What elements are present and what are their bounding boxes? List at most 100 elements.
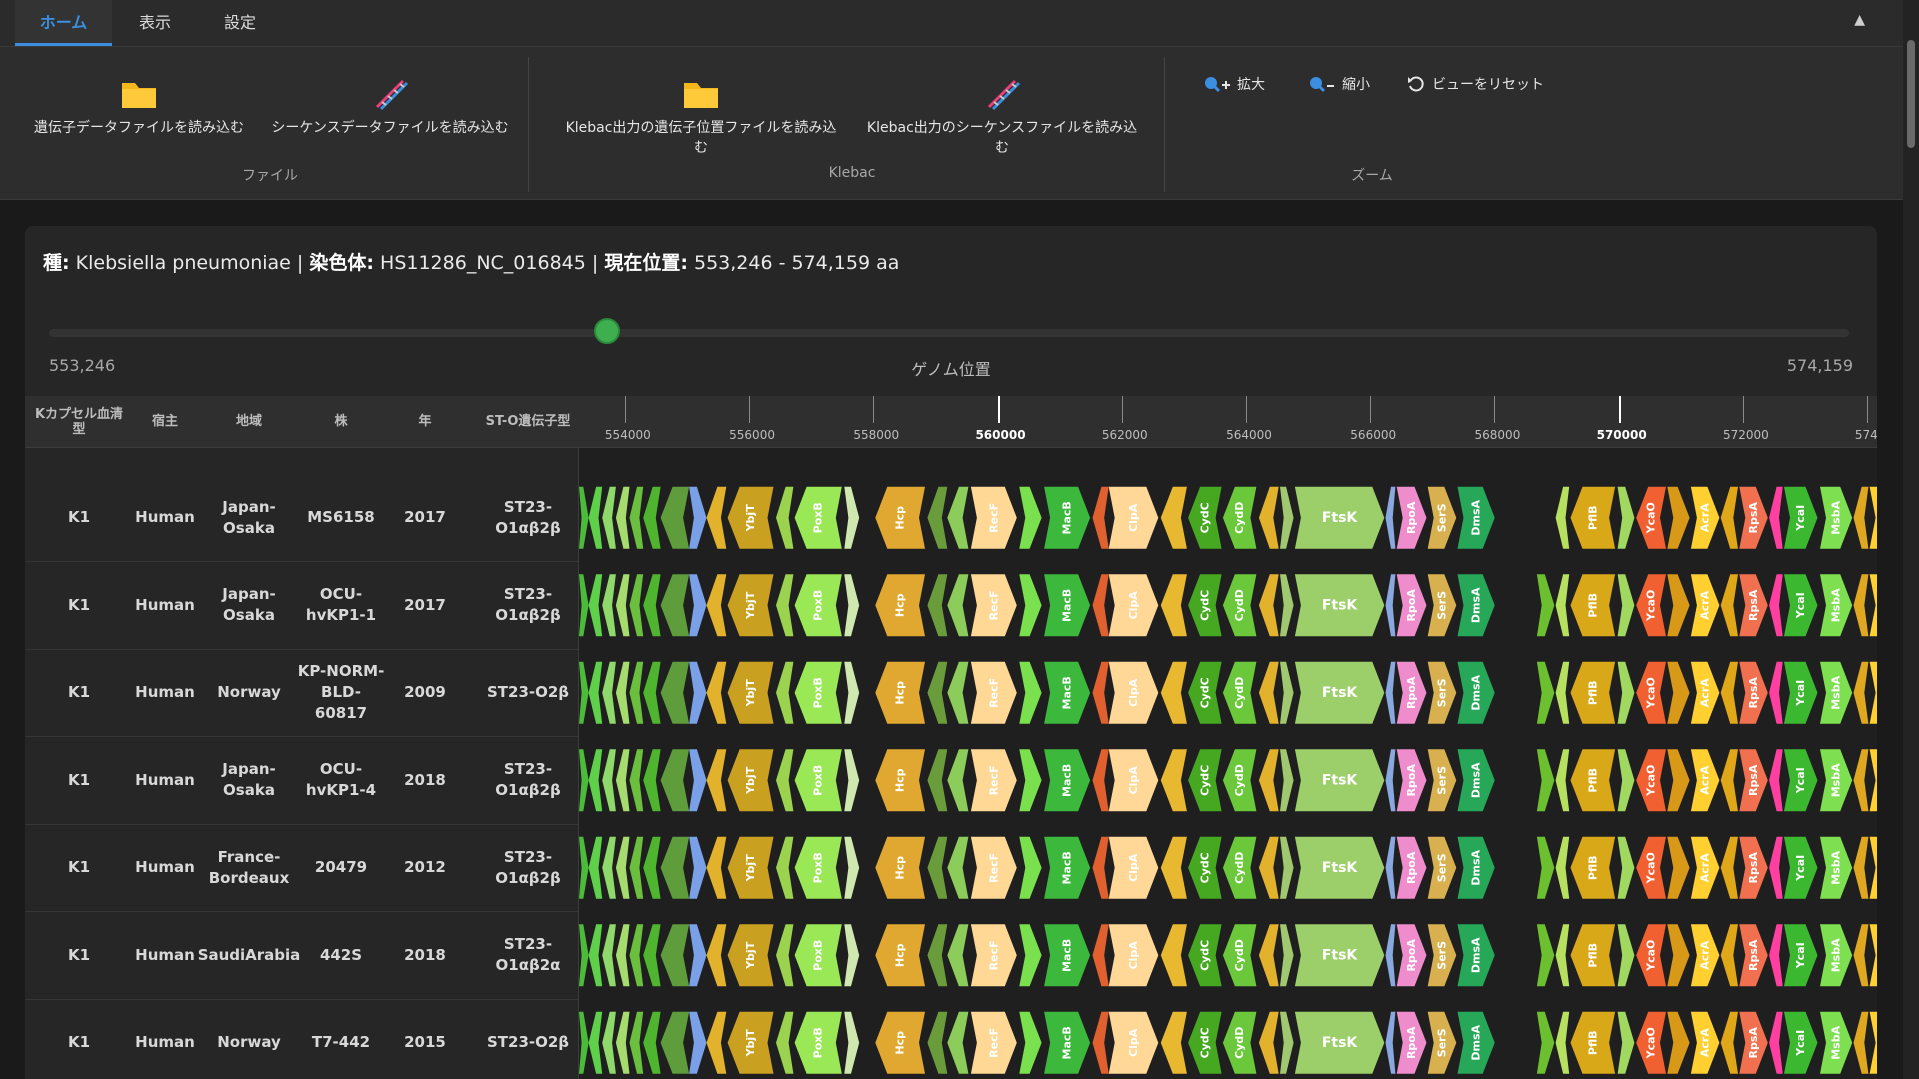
gene-arrow[interactable]	[1160, 836, 1187, 899]
load-klebac-gene-position-button[interactable]: Klebac出力の遺伝子位置ファイルを読み込む	[560, 77, 842, 157]
gene-arrow[interactable]	[1720, 661, 1738, 724]
tab-settings[interactable]: 設定	[205, 0, 275, 46]
gene-arrow[interactable]	[629, 749, 644, 812]
gene-arrow[interactable]	[947, 1011, 969, 1074]
gene-arrow[interactable]	[927, 749, 948, 812]
gene-arrow[interactable]	[615, 924, 630, 987]
gene-arrow[interactable]	[1667, 486, 1690, 549]
gene-arrow[interactable]	[1258, 661, 1279, 724]
gene-arrow[interactable]	[1853, 749, 1869, 812]
gene-arrow[interactable]	[776, 836, 794, 899]
gene-arrow[interactable]	[1667, 924, 1690, 987]
gene-arrow[interactable]	[1720, 486, 1738, 549]
scrollbar-thumb[interactable]	[1907, 40, 1915, 148]
gene-arrow[interactable]	[602, 836, 616, 899]
gene-arrow[interactable]	[844, 486, 860, 549]
gene-arrow[interactable]	[1280, 1011, 1294, 1074]
gene-arrow[interactable]	[579, 924, 589, 987]
gene-arrow[interactable]	[1385, 924, 1396, 987]
gene-arrow[interactable]	[1853, 661, 1869, 724]
gene-arrow[interactable]	[1019, 924, 1042, 987]
gene-arrow[interactable]	[776, 574, 794, 637]
gene-arrow[interactable]	[629, 1011, 644, 1074]
gene-arrow[interactable]	[689, 661, 707, 724]
gene-arrow[interactable]	[643, 574, 661, 637]
gene-arrow[interactable]	[1385, 574, 1396, 637]
gene-arrow[interactable]	[1092, 574, 1109, 637]
gene-arrow[interactable]	[689, 924, 707, 987]
gene-arrow[interactable]	[1555, 661, 1570, 724]
column-header-k-serotype[interactable]: Kカプセル血清型	[33, 396, 125, 447]
gene-arrow[interactable]	[1160, 486, 1187, 549]
gene-arrow[interactable]	[706, 924, 727, 987]
gene-arrow[interactable]	[1258, 1011, 1279, 1074]
gene-arrow[interactable]	[588, 661, 603, 724]
gene-arrow[interactable]	[1769, 924, 1783, 987]
gene-arrow[interactable]	[1555, 486, 1570, 549]
gene-arrow[interactable]	[629, 574, 644, 637]
gene-arrow[interactable]	[588, 836, 603, 899]
gene-arrow[interactable]	[579, 574, 589, 637]
gene-arrow[interactable]	[1258, 749, 1279, 812]
gene-arrow[interactable]	[1019, 749, 1042, 812]
gene-arrow[interactable]	[643, 486, 661, 549]
gene-arrow[interactable]	[602, 574, 616, 637]
table-row[interactable]: K1 Human Japan-Osaka MS6158 2017 ST23-O1αβ2β	[25, 474, 578, 562]
gene-arrow[interactable]	[660, 749, 690, 812]
gene-arrow[interactable]	[602, 661, 616, 724]
gene-arrow[interactable]	[1853, 924, 1869, 987]
gene-arrow[interactable]	[1160, 749, 1187, 812]
gene-arrow[interactable]	[1019, 1011, 1042, 1074]
gene-arrow[interactable]	[844, 574, 860, 637]
gene-arrow[interactable]	[602, 486, 616, 549]
gene-arrow[interactable]	[579, 749, 589, 812]
gene-arrow[interactable]	[1280, 486, 1294, 549]
gene-arrow[interactable]	[1617, 749, 1635, 812]
gene-arrow[interactable]	[1720, 836, 1738, 899]
gene-arrow[interactable]	[706, 1011, 727, 1074]
gene-arrow[interactable]	[1769, 486, 1783, 549]
gene-arrow[interactable]	[602, 749, 616, 812]
gene-arrow[interactable]	[927, 574, 948, 637]
gene-arrow[interactable]	[1667, 574, 1690, 637]
table-row[interactable]: K1 Human Norway KP-NORM-BLD-60817 2009 ST23-O…	[25, 649, 578, 737]
gene-arrow[interactable]	[660, 486, 690, 549]
gene-arrow[interactable]	[1258, 836, 1279, 899]
gene-arrow[interactable]	[602, 924, 616, 987]
gene-arrow[interactable]	[629, 836, 644, 899]
gene-arrow[interactable]	[689, 1011, 707, 1074]
gene-arrow[interactable]	[947, 836, 969, 899]
gene-arrow[interactable]	[1617, 574, 1635, 637]
gene-arrow[interactable]	[1385, 661, 1396, 724]
gene-arrow[interactable]	[1555, 574, 1570, 637]
column-header-strain[interactable]: 株	[297, 396, 385, 447]
gene-arrow[interactable]	[927, 1011, 948, 1074]
gene-arrow[interactable]	[1769, 749, 1783, 812]
gene-arrow[interactable]	[1667, 1011, 1690, 1074]
gene-arrow[interactable]	[1667, 661, 1690, 724]
gene-arrow[interactable]	[1536, 749, 1555, 812]
gene-arrow[interactable]	[1092, 924, 1109, 987]
gene-arrow[interactable]	[579, 486, 589, 549]
gene-arrow[interactable]	[1280, 836, 1294, 899]
column-header-st-o-genotype[interactable]: ST-O遺伝子型	[483, 396, 573, 447]
gene-arrow[interactable]	[660, 924, 690, 987]
gene-arrow[interactable]	[643, 749, 661, 812]
table-row[interactable]: K1 Human Japan-Osaka OCU-hvKP1-4 2018 ST23-O1…	[25, 737, 578, 825]
gene-arrow[interactable]	[1869, 749, 1877, 812]
gene-arrow[interactable]	[844, 749, 860, 812]
gene-arrow[interactable]	[706, 661, 727, 724]
table-row[interactable]: K1 Human Japan-Osaka OCU-hvKP1-1 2017 ST23-O1…	[25, 562, 578, 650]
gene-arrow[interactable]	[1280, 749, 1294, 812]
gene-arrow[interactable]	[947, 486, 969, 549]
gene-arrow[interactable]	[615, 574, 630, 637]
gene-arrow[interactable]	[1385, 749, 1396, 812]
reset-view-button[interactable]: ビューをリセット	[1406, 74, 1544, 94]
gene-arrow[interactable]	[947, 574, 969, 637]
load-sequence-data-button[interactable]: シーケンスデータファイルを読み込む	[265, 77, 515, 137]
gene-arrow[interactable]	[844, 836, 860, 899]
gene-arrow[interactable]	[615, 836, 630, 899]
gene-arrow[interactable]	[1160, 661, 1187, 724]
gene-arrow[interactable]	[588, 749, 603, 812]
gene-arrow[interactable]	[1019, 574, 1042, 637]
